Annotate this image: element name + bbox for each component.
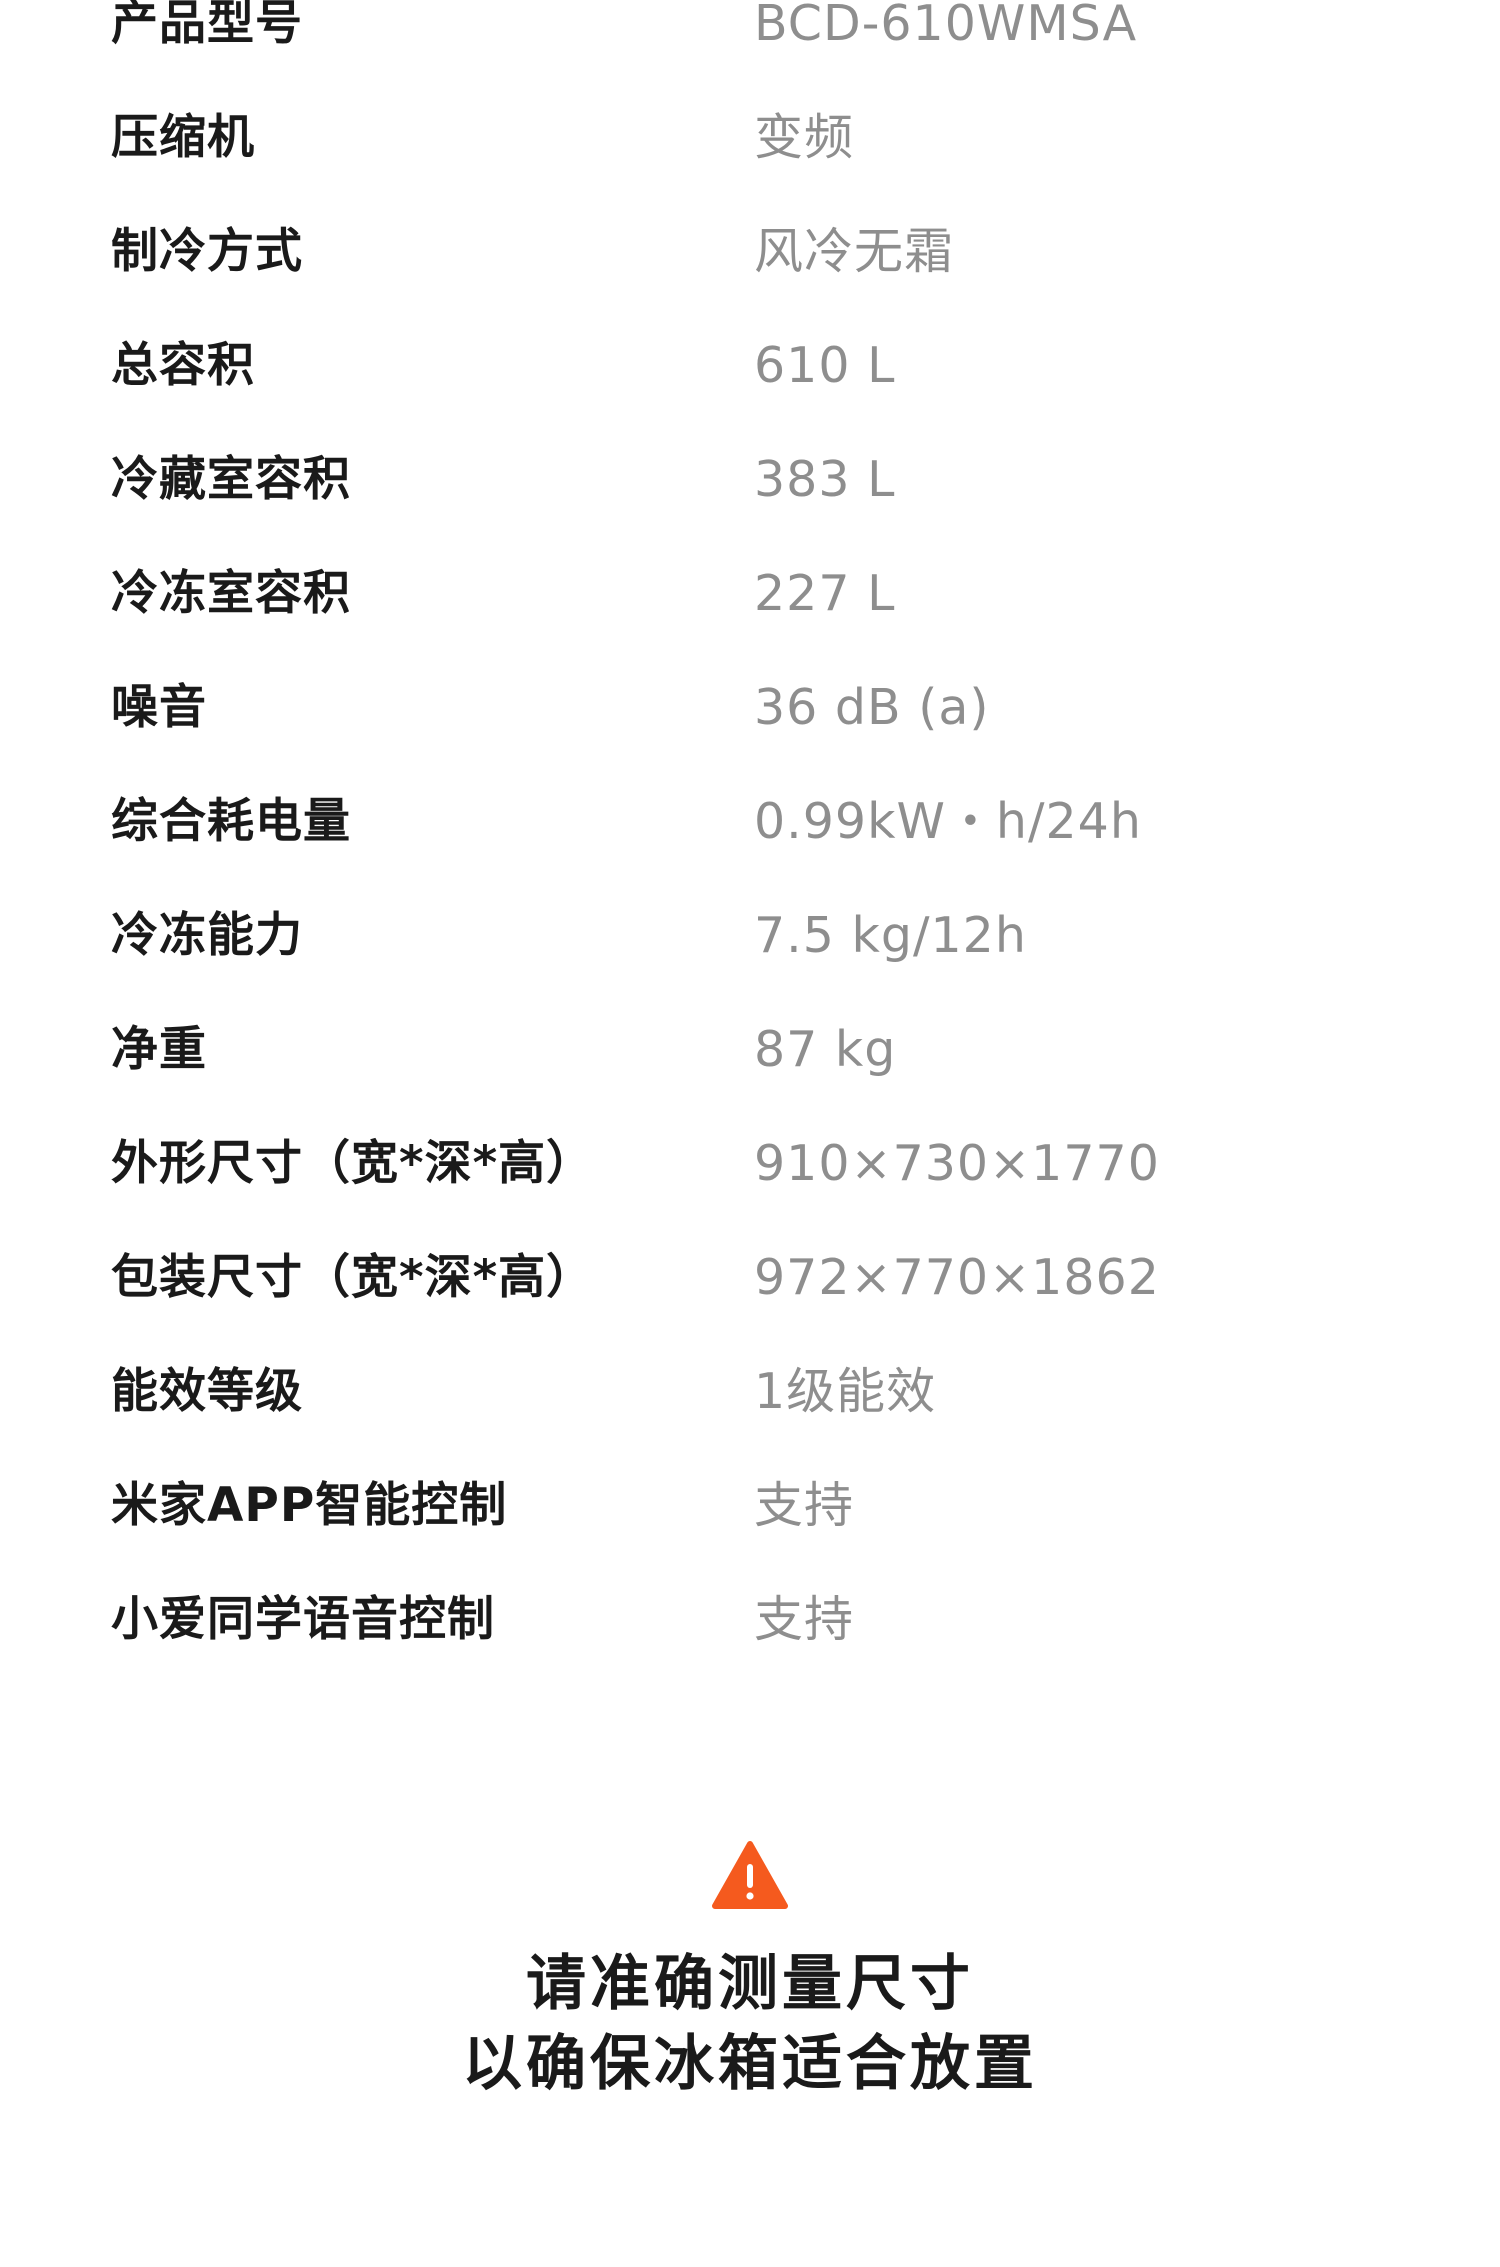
- spec-label: 总容积: [111, 338, 255, 393]
- measurement-warning: 请准确测量尺寸 以确保冰箱适合放置: [0, 1840, 1500, 2104]
- spec-row-cooling-method: 制冷方式 风冷无霜: [0, 195, 1500, 309]
- spec-row-freezing-capacity: 冷冻能力 7.5 kg/12h: [0, 879, 1500, 993]
- spec-value: 0.99kW・h/24h: [754, 793, 1142, 850]
- spec-value: 910×730×1770: [754, 1135, 1160, 1192]
- spec-value: 972×770×1862: [754, 1249, 1160, 1306]
- spec-value: 1级能效: [754, 1363, 937, 1420]
- spec-row-freezer-volume: 冷冻室容积 227 L: [0, 537, 1500, 651]
- spec-row-fridge-volume: 冷藏室容积 383 L: [0, 423, 1500, 537]
- warning-triangle-icon: [712, 1841, 788, 1909]
- spec-label: 净重: [111, 1022, 207, 1077]
- spec-value: 支持: [754, 1591, 855, 1648]
- spec-label: 噪音: [111, 680, 207, 735]
- spec-value: 支持: [754, 1477, 855, 1534]
- spec-row-compressor: 压缩机 变频: [0, 81, 1500, 195]
- spec-row-app-control: 米家APP智能控制 支持: [0, 1449, 1500, 1563]
- spec-value: BCD-610WMSA: [754, 0, 1138, 52]
- warning-line-2: 以确保冰箱适合放置: [462, 2029, 1038, 2099]
- spec-row-voice-control: 小爱同学语音控制 支持: [0, 1563, 1500, 1677]
- spec-label: 综合耗电量: [111, 794, 351, 849]
- spec-page: { "specs": [ {"label": "产品型号", "value": …: [0, 0, 1500, 2267]
- spec-label: 冷藏室容积: [111, 452, 351, 507]
- spec-row-model: 产品型号 BCD-610WMSA: [0, 0, 1500, 81]
- spec-label: 外形尺寸（宽*深*高）: [111, 1136, 595, 1191]
- spec-value: 227 L: [754, 565, 896, 622]
- spec-label: 产品型号: [111, 0, 303, 51]
- spec-row-power-consumption: 综合耗电量 0.99kW・h/24h: [0, 765, 1500, 879]
- warning-text: 请准确测量尺寸 以确保冰箱适合放置: [0, 1944, 1500, 2104]
- spec-value: 36 dB (a): [754, 679, 990, 736]
- spec-label: 小爱同学语音控制: [111, 1592, 495, 1647]
- spec-value: 383 L: [754, 451, 896, 508]
- spec-value: 7.5 kg/12h: [754, 907, 1027, 964]
- spec-row-dimensions: 外形尺寸（宽*深*高） 910×730×1770: [0, 1107, 1500, 1221]
- spec-label: 米家APP智能控制: [111, 1478, 508, 1533]
- spec-value: 610 L: [754, 337, 896, 394]
- spec-label: 冷冻室容积: [111, 566, 351, 621]
- spec-row-energy-rating: 能效等级 1级能效: [0, 1335, 1500, 1449]
- spec-label: 制冷方式: [111, 224, 303, 279]
- spec-table: 产品型号 BCD-610WMSA 压缩机 变频 制冷方式 风冷无霜 总容积 61…: [0, 0, 1500, 1677]
- spec-label: 包装尺寸（宽*深*高）: [111, 1250, 595, 1305]
- spec-value: 87 kg: [754, 1021, 897, 1078]
- spec-row-total-volume: 总容积 610 L: [0, 309, 1500, 423]
- spec-value: 变频: [754, 109, 855, 166]
- spec-label: 能效等级: [111, 1364, 303, 1419]
- spec-row-package-dimensions: 包装尺寸（宽*深*高） 972×770×1862: [0, 1221, 1500, 1335]
- warning-line-1: 请准确测量尺寸: [526, 1949, 974, 2019]
- spec-label: 冷冻能力: [111, 908, 303, 963]
- spec-row-net-weight: 净重 87 kg: [0, 993, 1500, 1107]
- spec-value: 风冷无霜: [754, 223, 955, 280]
- spec-label: 压缩机: [111, 110, 255, 165]
- spec-row-noise: 噪音 36 dB (a): [0, 651, 1500, 765]
